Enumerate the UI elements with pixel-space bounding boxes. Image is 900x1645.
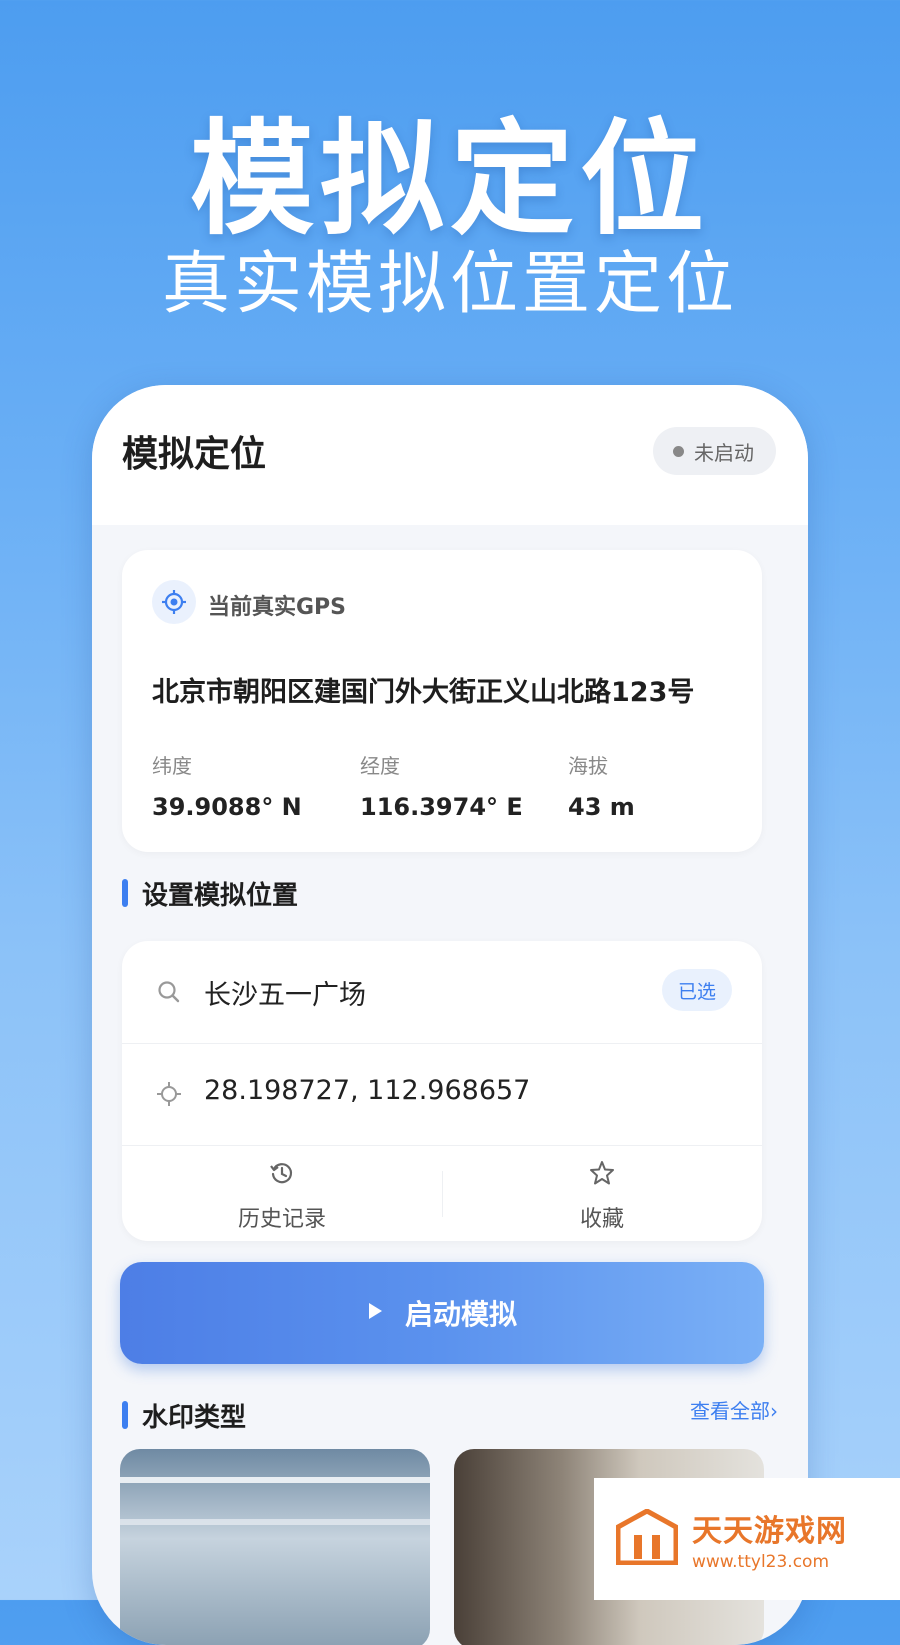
history-icon: [122, 1159, 442, 1189]
history-button[interactable]: 历史记录: [122, 1145, 442, 1241]
crosshair-icon: [154, 1079, 184, 1109]
place-input[interactable]: 长沙五一广场: [204, 973, 366, 1012]
gps-address: 北京市朝阳区建国门外大街正义山北路123号: [152, 677, 695, 708]
play-icon: [367, 1302, 383, 1324]
history-label: 历史记录: [237, 1207, 326, 1232]
star-icon: [442, 1159, 762, 1189]
promo-subtitle: 真实模拟位置定位: [161, 245, 738, 324]
status-badge: 未启动: [653, 427, 776, 475]
phone-mockup: 模拟定位 未启动 当前真实GPS 北京市朝阳区建国门外大街正义山北路123号 纬…: [92, 385, 808, 1645]
site-logo-icon: [615, 1508, 679, 1569]
longitude-value: 116.3974° E: [360, 793, 523, 821]
coordinate-row[interactable]: 28.198727, 112.968657: [122, 1043, 762, 1146]
site-watermark-text: 天天游戏网 www.ttyl23.com: [692, 1506, 847, 1572]
search-icon: [154, 977, 184, 1007]
watermark-types-title: 水印类型: [122, 1397, 246, 1434]
latitude-block: 纬度 39.9088° N: [152, 750, 302, 821]
ceiling-light: [120, 1519, 430, 1525]
site-name: 天天游戏网: [692, 1514, 847, 1549]
favorites-button[interactable]: 收藏: [442, 1145, 762, 1241]
status-dot: [673, 445, 684, 457]
coordinate-input[interactable]: 28.198727, 112.968657: [204, 1075, 530, 1106]
status-text: 未启动: [694, 440, 754, 465]
gps-target-icon: [152, 580, 196, 624]
view-all-link[interactable]: 查看全部›: [690, 1395, 778, 1424]
site-watermark: 天天游戏网 www.ttyl23.com: [594, 1478, 900, 1600]
page-title: 模拟定位: [122, 434, 267, 475]
latitude-label: 纬度: [152, 754, 192, 778]
current-gps-card: 当前真实GPS 北京市朝阳区建国门外大街正义山北路123号 纬度 39.9088…: [122, 550, 762, 852]
favorites-label: 收藏: [579, 1207, 624, 1232]
altitude-block: 海拔 43 m: [568, 750, 635, 821]
start-simulation-label: 启动模拟: [404, 1298, 517, 1331]
place-search-row[interactable]: 长沙五一广场 已选: [122, 941, 762, 1044]
longitude-block: 经度 116.3974° E: [360, 750, 523, 821]
gps-label: 当前真实GPS: [208, 595, 347, 620]
latitude-value: 39.9088° N: [152, 793, 302, 821]
site-url: www.ttyl23.com: [692, 1552, 830, 1572]
altitude-label: 海拔: [568, 754, 608, 778]
ceiling-light: [120, 1477, 430, 1483]
longitude-label: 经度: [360, 754, 400, 778]
set-location-card: 长沙五一广场 已选 28.198727, 112.968657 历史记录 收藏: [122, 941, 762, 1241]
selected-tag: 已选: [661, 969, 732, 1011]
altitude-value: 43 m: [568, 793, 635, 821]
app-header: 模拟定位 未启动: [92, 385, 808, 525]
set-location-title: 设置模拟位置: [122, 875, 298, 912]
watermark-thumbnail-office[interactable]: [120, 1449, 430, 1645]
start-simulation-button[interactable]: 启动模拟: [120, 1262, 764, 1364]
